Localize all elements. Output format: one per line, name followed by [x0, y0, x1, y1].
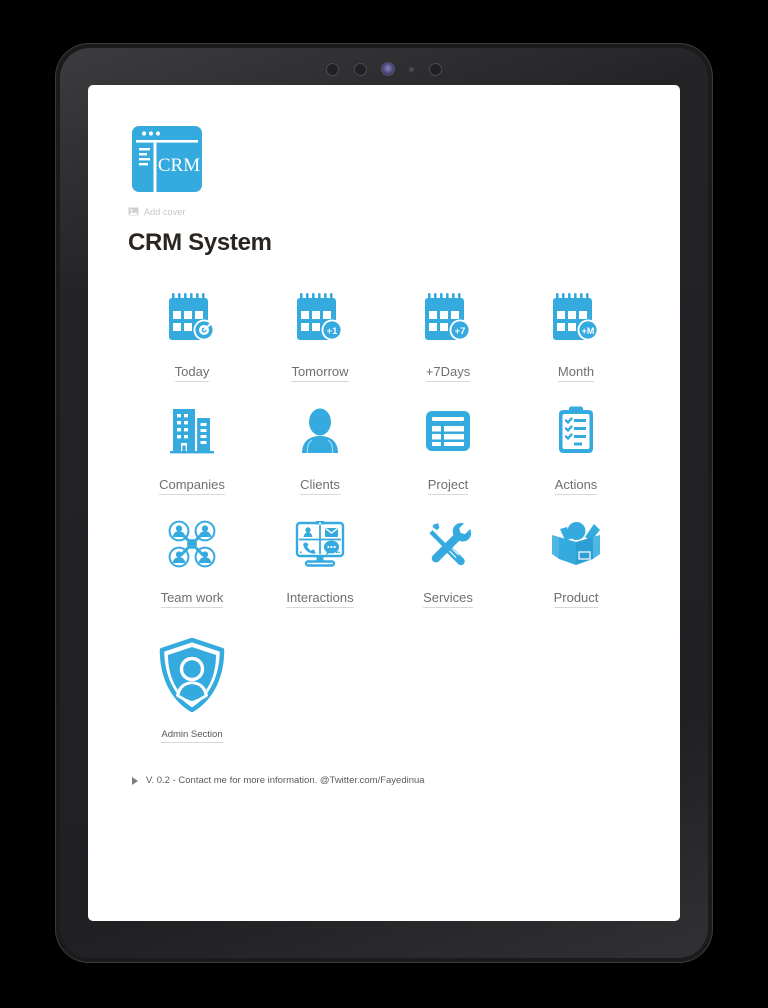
grid-item-month[interactable]: +M Month — [512, 279, 640, 388]
grid-item-tomorrow[interactable]: +1 Tomorrow — [256, 279, 384, 388]
grid-item-interactions[interactable]: Interactions — [256, 505, 384, 614]
grid-item-plus7days[interactable]: +7 +7Days — [384, 279, 512, 388]
image-icon — [128, 207, 139, 216]
sensor-array — [55, 60, 713, 78]
svg-text:+1: +1 — [327, 326, 339, 337]
grid-item-label: Today — [174, 364, 210, 382]
tablet-device: CRM Add cover CRM System Today +1 Tomorr… — [55, 43, 713, 963]
grid-item-today[interactable]: Today — [128, 279, 256, 388]
grid-item-admin-section[interactable]: Admin Section — [128, 628, 256, 749]
grid-item-actions[interactable]: Actions — [512, 392, 640, 501]
monitor-communication-icon — [289, 513, 351, 575]
page-logo[interactable]: CRM — [128, 123, 640, 195]
sensor-ring-icon — [354, 62, 367, 76]
crm-browser-logo-icon: CRM — [132, 126, 202, 192]
grid-item-label: Actions — [554, 477, 598, 495]
grid-item-companies[interactable]: Companies — [128, 392, 256, 501]
add-cover-button[interactable]: Add cover — [128, 206, 640, 217]
grid-item-label: Tomorrow — [291, 364, 349, 382]
calendar-plus-one-icon: +1 — [289, 287, 351, 349]
sensor-ring-icon — [326, 62, 339, 76]
grid-item-clients[interactable]: Clients — [256, 392, 384, 501]
grid-item-label: Interactions — [286, 590, 354, 608]
sensor-ring-icon — [429, 62, 442, 76]
svg-text:+7: +7 — [455, 326, 466, 337]
calendar-month-icon: +M — [545, 287, 607, 349]
office-building-icon — [161, 400, 223, 462]
grid-item-label: Companies — [159, 477, 225, 495]
team-network-icon — [161, 513, 223, 575]
grid-item-label: +7Days — [425, 364, 471, 382]
clipboard-checklist-icon — [545, 400, 607, 462]
grid-item-label: Month — [557, 364, 595, 382]
grid-item-project[interactable]: Project — [384, 392, 512, 501]
svg-text:+M: +M — [582, 326, 595, 336]
grid-item-label: Project — [427, 477, 469, 495]
wrench-screwdriver-icon — [417, 513, 479, 575]
shield-person-icon — [156, 636, 228, 714]
svg-text:CRM: CRM — [158, 155, 200, 176]
grid-item-label: Clients — [300, 477, 340, 495]
grid-item-label: Services — [423, 590, 473, 608]
person-silhouette-icon — [289, 400, 351, 462]
footer-toggle[interactable]: V. 0.2 - Contact me for more information… — [128, 775, 640, 786]
add-cover-label: Add cover — [144, 206, 186, 217]
grid-item-label: Product — [553, 590, 599, 608]
table-layout-icon — [417, 400, 479, 462]
open-box-icon — [545, 513, 607, 575]
tablet-screen: CRM Add cover CRM System Today +1 Tomorr… — [88, 85, 680, 921]
grid-item-team-work[interactable]: Team work — [128, 505, 256, 614]
triangle-right-icon[interactable] — [132, 776, 138, 785]
admin-row: Admin Section — [128, 628, 640, 749]
grid-item-label: Admin Section — [161, 729, 223, 743]
crm-dashboard-page: CRM Add cover CRM System Today +1 Tomorr… — [88, 85, 680, 786]
calendar-plus-seven-icon: +7 — [417, 287, 479, 349]
calendar-today-icon — [161, 287, 223, 349]
grid-item-services[interactable]: Services — [384, 505, 512, 614]
grid-item-label: Team work — [160, 590, 224, 608]
page-title[interactable]: CRM System — [128, 229, 640, 257]
sensor-dot-icon — [409, 66, 414, 72]
footer-text: V. 0.2 - Contact me for more information… — [146, 775, 425, 786]
shortcut-grid: Today +1 Tomorrow +7 +7Days +M Month Com… — [128, 279, 640, 614]
screenshot-root: CRM Add cover CRM System Today +1 Tomorr… — [0, 0, 768, 1008]
front-camera-icon — [382, 63, 394, 75]
grid-item-product[interactable]: Product — [512, 505, 640, 614]
